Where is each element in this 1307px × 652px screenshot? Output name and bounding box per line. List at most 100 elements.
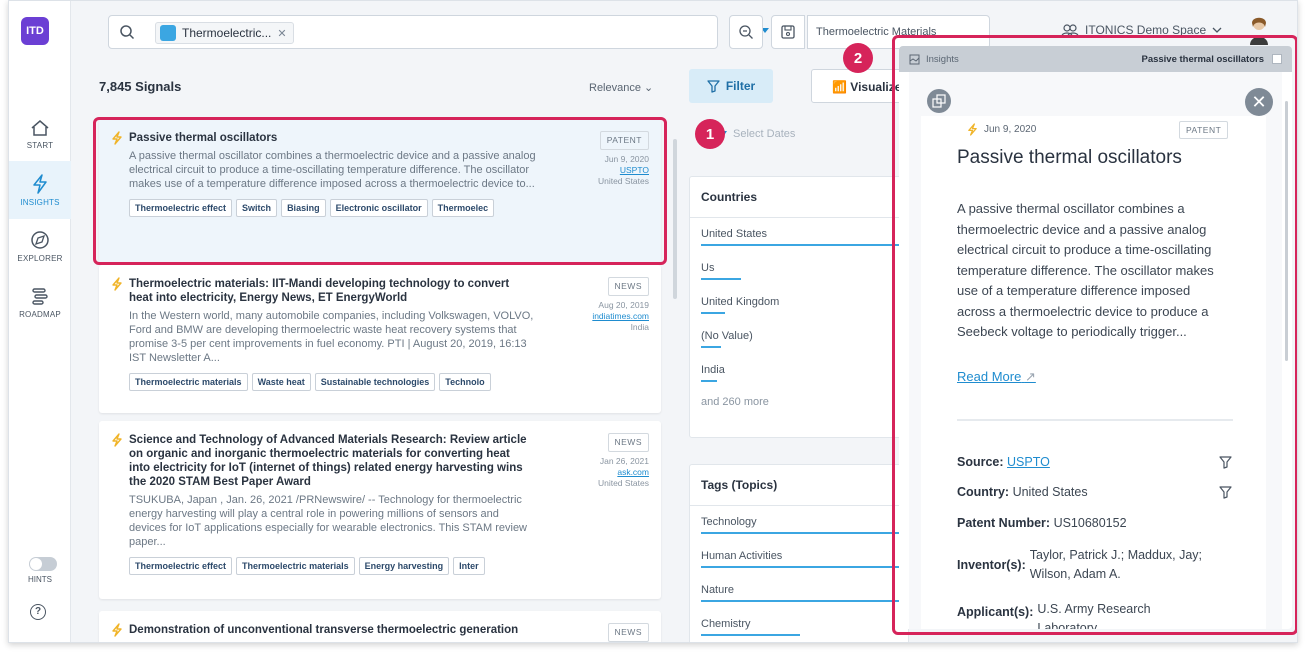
chevron-down-icon: ⌄ [644, 82, 654, 94]
help-icon[interactable]: ? [30, 604, 46, 620]
card-date: Aug 20, 2019 [598, 300, 649, 310]
bolt-icon [112, 623, 122, 637]
share-bar [701, 634, 800, 636]
filter-icon [707, 79, 720, 93]
filter-option[interactable]: United States [690, 218, 908, 252]
highlight-box [93, 117, 667, 265]
chart-icon: 📶 [832, 80, 851, 94]
hints-toggle[interactable] [29, 557, 57, 571]
callout-number: 2 [843, 43, 873, 73]
share-bar [701, 346, 721, 348]
option-label: United States [701, 228, 768, 240]
share-bar [701, 278, 741, 280]
app-window: ITD START INSIGHTS EXPLORER ROADMAP HINT… [8, 0, 1298, 643]
filter-option[interactable]: Technology [690, 506, 908, 540]
bolt-icon [33, 173, 47, 194]
signals-count: 7,845 Signals [99, 79, 182, 94]
filter-option[interactable]: Chemistry [690, 608, 908, 642]
compass-icon [31, 230, 49, 249]
hints-label: HINTS [28, 575, 52, 584]
card-meta: NEWS Jan 26, 2021 ask.com United States [598, 433, 649, 489]
tags-filter: Tags (Topics) Technology Human Activitie… [689, 464, 909, 642]
share-bar [701, 244, 899, 246]
option-label: Technology [701, 516, 757, 528]
tag[interactable]: Thermoelectric effect [129, 557, 233, 575]
nav-roadmap[interactable]: ROADMAP [9, 273, 71, 331]
card-title[interactable]: Demonstration of unconventional transver… [129, 623, 529, 637]
home-icon [31, 119, 49, 136]
tag[interactable]: Waste heat [251, 373, 311, 391]
topic-icon [160, 25, 176, 41]
signal-card[interactable]: Thermoelectric materials: IIT-Mandi deve… [99, 265, 661, 413]
card-meta: NEWS [607, 623, 649, 642]
search-chip[interactable]: Thermoelectric... ✕ [155, 22, 294, 44]
tag-list: Thermoelectric effect Thermoelectric mat… [129, 557, 539, 575]
signal-card[interactable]: Demonstration of unconventional transver… [99, 611, 661, 642]
nav-insights-label: INSIGHTS [20, 197, 60, 207]
more-link[interactable]: and 260 more [690, 388, 908, 422]
date-filter[interactable]: Select Dates [719, 128, 795, 140]
nav-start-label: START [26, 140, 54, 150]
card-title[interactable]: Thermoelectric materials: IIT-Mandi deve… [129, 277, 529, 305]
option-label: (No Value) [701, 330, 753, 342]
share-bar [701, 600, 899, 602]
nav-start[interactable]: START [9, 105, 71, 163]
type-badge: NEWS [607, 433, 649, 452]
card-country: United States [597, 478, 649, 488]
tag[interactable]: Inter [453, 557, 485, 575]
sort-label: Relevance [589, 82, 641, 94]
filter-option[interactable]: Us [690, 252, 908, 286]
filter-option[interactable]: Nature [690, 574, 908, 608]
tag[interactable]: Sustainable technologies [314, 373, 436, 391]
bolt-icon [112, 277, 122, 291]
signal-card[interactable]: Science and Technology of Advanced Mater… [99, 421, 661, 599]
results-scrollbar[interactable] [673, 139, 677, 299]
card-meta: NEWS Aug 20, 2019 indiatimes.com India [592, 277, 649, 333]
chevron-down-icon [1212, 27, 1222, 33]
share-bar [701, 532, 899, 534]
tag[interactable]: Thermoelectric materials [129, 373, 248, 391]
search-icon [120, 25, 135, 40]
filter-option[interactable]: (No Value) [690, 320, 908, 354]
card-source-link[interactable]: indiatimes.com [592, 311, 649, 321]
nav-explorer[interactable]: EXPLORER [9, 217, 71, 275]
filter-option[interactable]: Human Activities [690, 540, 908, 574]
type-badge: NEWS [607, 623, 649, 642]
save-search-button[interactable] [771, 15, 805, 49]
card-summary: In the Western world, many automobile co… [129, 310, 534, 364]
remove-chip-icon[interactable]: ✕ [277, 27, 286, 40]
card-summary: TSUKUBA, Japan , Jan. 26, 2021 /PRNewswi… [129, 494, 528, 548]
highlight-box [892, 35, 1297, 635]
sort-select[interactable]: Relevance ⌄ [589, 81, 653, 94]
roadmap-icon [32, 287, 48, 305]
option-label: India [701, 364, 725, 376]
card-source-link[interactable]: ask.com [617, 467, 649, 477]
filter-option[interactable]: United Kingdom [690, 286, 908, 320]
filter-option[interactable]: India [690, 354, 908, 388]
nav-explorer-label: EXPLORER [17, 253, 63, 263]
zoom-search-button[interactable] [729, 15, 763, 49]
callout-number: 1 [695, 119, 725, 149]
option-label: Human Activities [701, 550, 783, 562]
card-date: Jan 26, 2021 [599, 456, 649, 466]
option-label: Nature [701, 584, 735, 596]
tag[interactable]: Technolo [439, 373, 491, 391]
share-bar [701, 566, 899, 568]
left-nav: ITD START INSIGHTS EXPLORER ROADMAP HINT… [9, 1, 71, 642]
search-input[interactable]: Thermoelectric... ✕ [108, 15, 718, 49]
type-badge: NEWS [607, 277, 649, 296]
bolt-icon [112, 433, 122, 447]
countries-filter: Countries United States Us United Kingdo… [689, 176, 909, 438]
option-label: Chemistry [701, 618, 751, 630]
nav-insights[interactable]: INSIGHTS [9, 161, 71, 219]
filter-label: Filter [725, 79, 756, 93]
filter-button[interactable]: Filter [689, 69, 773, 103]
tag[interactable]: Thermoelectric materials [236, 557, 355, 575]
tag[interactable]: Energy harvesting [358, 557, 450, 575]
tag-list: Thermoelectric materials Waste heat Sust… [129, 373, 539, 391]
app-logo[interactable]: ITD [21, 17, 49, 45]
share-bar [701, 312, 725, 314]
countries-header: Countries [690, 177, 908, 218]
option-label: United Kingdom [701, 296, 780, 308]
card-title[interactable]: Science and Technology of Advanced Mater… [129, 433, 529, 489]
